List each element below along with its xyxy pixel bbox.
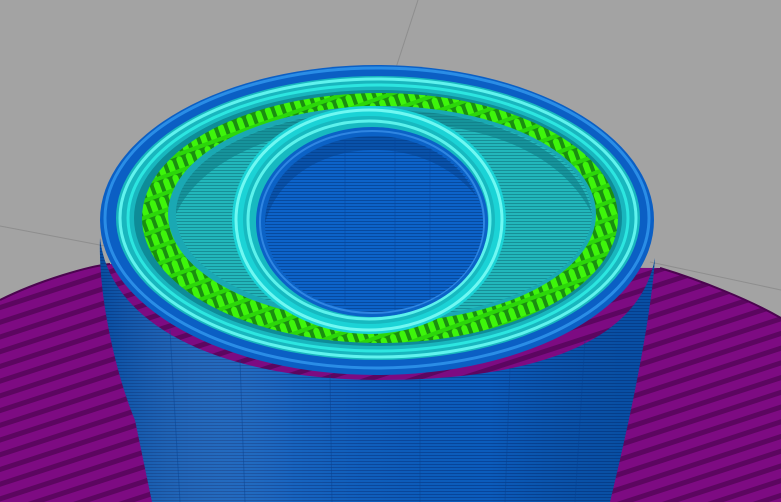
gcode-preview-viewport[interactable] [0,0,781,502]
inner-tube [232,106,506,334]
preview-canvas[interactable] [0,0,781,502]
